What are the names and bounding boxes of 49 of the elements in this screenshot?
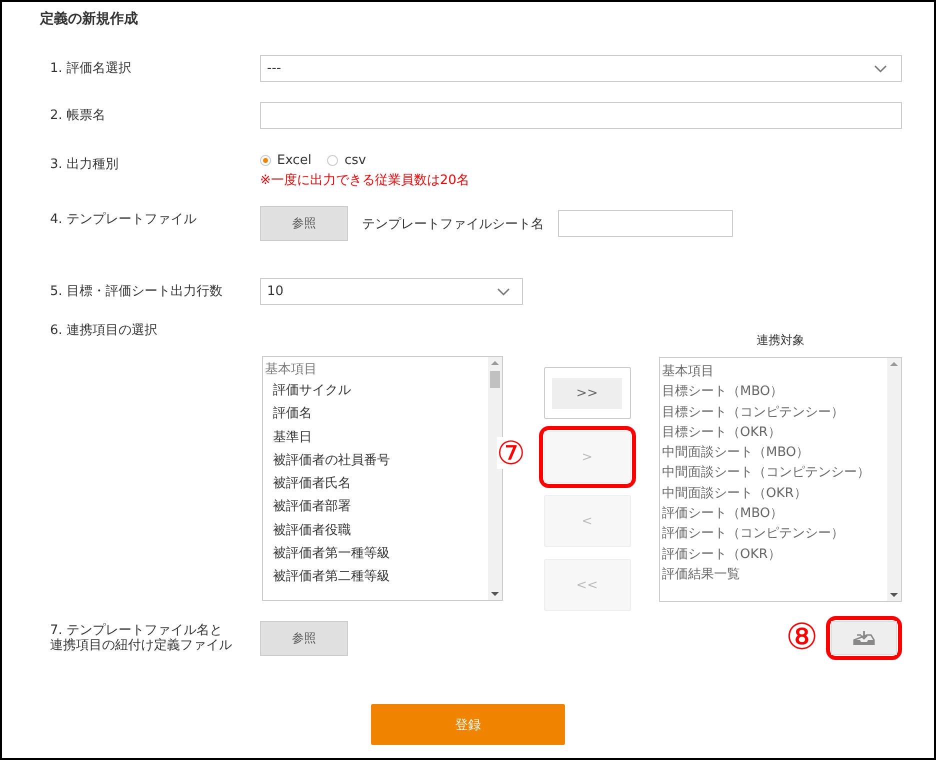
list-item[interactable]: 被評価者の社員番号	[273, 448, 390, 472]
select-field[interactable]: ---	[260, 55, 902, 82]
list-item[interactable]: 中間面談シート（コンピテンシー）	[662, 463, 887, 484]
move-button[interactable]: >>	[544, 367, 631, 419]
field-label: 3. 出力種別	[50, 157, 120, 172]
list-item[interactable]: 基準日	[273, 426, 312, 449]
list-item[interactable]: 被評価者役職	[273, 518, 351, 542]
list-item[interactable]: 目標シート（MBO）	[662, 382, 887, 403]
field-label: 2. 帳票名	[50, 108, 107, 123]
sheet-name-label: テンプレートファイルシート名	[362, 216, 544, 232]
page-title: 定義の新規作成	[40, 10, 138, 28]
radio-label: Excel	[277, 153, 312, 168]
callout-number: ⑦	[496, 437, 526, 469]
list-item[interactable]: 評価結果一覧	[662, 564, 887, 586]
field-label: 6. 連携項目の選択	[50, 323, 158, 338]
list-item[interactable]: 評価シート（OKR）	[662, 544, 887, 565]
input-field[interactable]	[260, 102, 902, 129]
browse-button[interactable]: 参照	[260, 206, 348, 241]
radio-button[interactable]	[260, 155, 271, 166]
browse-button[interactable]: 参照	[260, 620, 348, 656]
list-item[interactable]: 被評価者第二種等級	[273, 565, 390, 589]
list-item[interactable]: 被評価者第一種等級	[273, 542, 390, 566]
field-label: 1. 評価名選択	[50, 61, 133, 76]
warning-note: ※一度に出力できる従業員数は20名	[260, 172, 470, 189]
sheet-name-field[interactable]	[558, 210, 733, 237]
field-label: 連携項目の紐付け定義ファイル	[50, 638, 233, 653]
list-item[interactable]: 評価サイクル	[273, 379, 351, 402]
list-item[interactable]: 被評価者部署	[273, 495, 351, 519]
list-item[interactable]: 評価シート（MBO）	[662, 504, 887, 524]
list-item[interactable]: 目標シート（OKR）	[662, 422, 887, 444]
chevron-down-icon	[497, 288, 510, 296]
list-item[interactable]: 評価シート（コンピテンシー）	[662, 524, 887, 545]
list-item[interactable]: 評価名	[273, 402, 312, 426]
radio-button[interactable]	[327, 155, 338, 166]
field-label: 5. 目標・評価シート出力行数	[50, 284, 224, 299]
list-item[interactable]: 目標シート（コンピテンシー）	[662, 402, 887, 423]
list-title: 連携対象	[756, 332, 804, 349]
scrollbar[interactable]	[887, 358, 901, 601]
download-tray-icon	[853, 631, 875, 645]
field-label: 7. テンプレートファイル名と	[50, 623, 224, 638]
list-item[interactable]: 被評価者氏名	[273, 472, 351, 496]
list-item[interactable]: 中間面談シート（OKR）	[662, 484, 887, 504]
select-field[interactable]: 10	[260, 278, 523, 305]
list-item[interactable]: 中間面談シート（MBO）	[662, 443, 887, 464]
chevron-down-icon	[874, 64, 887, 72]
field-label: 4. テンプレートファイル	[50, 212, 198, 227]
list-group-header: 基本項目	[265, 361, 318, 379]
radio-label: csv	[344, 153, 366, 168]
list-item[interactable]: 基本項目	[662, 362, 887, 382]
